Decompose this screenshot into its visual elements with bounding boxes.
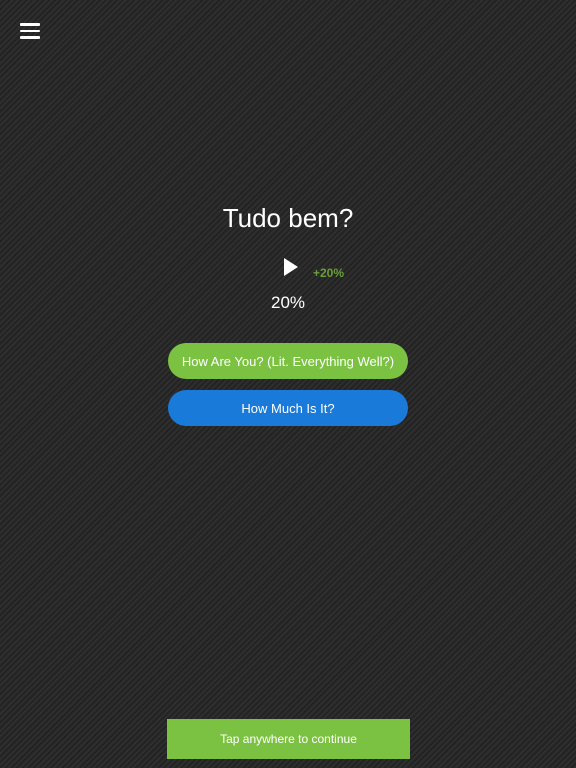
hamburger-menu-icon[interactable] — [18, 20, 42, 42]
menu-bar-middle — [20, 29, 40, 33]
quiz-phrase: Tudo bem? — [222, 203, 354, 233]
answer-button-how-much-is-it[interactable]: How Much Is It? — [168, 390, 408, 426]
menu-bar-top — [20, 23, 40, 26]
answer-button-how-are-you[interactable]: How Are You? (Lit. Everything Well?) — [168, 343, 408, 379]
continue-button[interactable]: Tap anywhere to continue — [167, 719, 410, 759]
menu-bar-bottom — [20, 36, 40, 39]
play-triangle — [284, 258, 298, 276]
bonus-indicator: +20% — [313, 266, 345, 280]
progress-label: 20% — [270, 293, 306, 312]
play-icon[interactable] — [280, 255, 302, 279]
